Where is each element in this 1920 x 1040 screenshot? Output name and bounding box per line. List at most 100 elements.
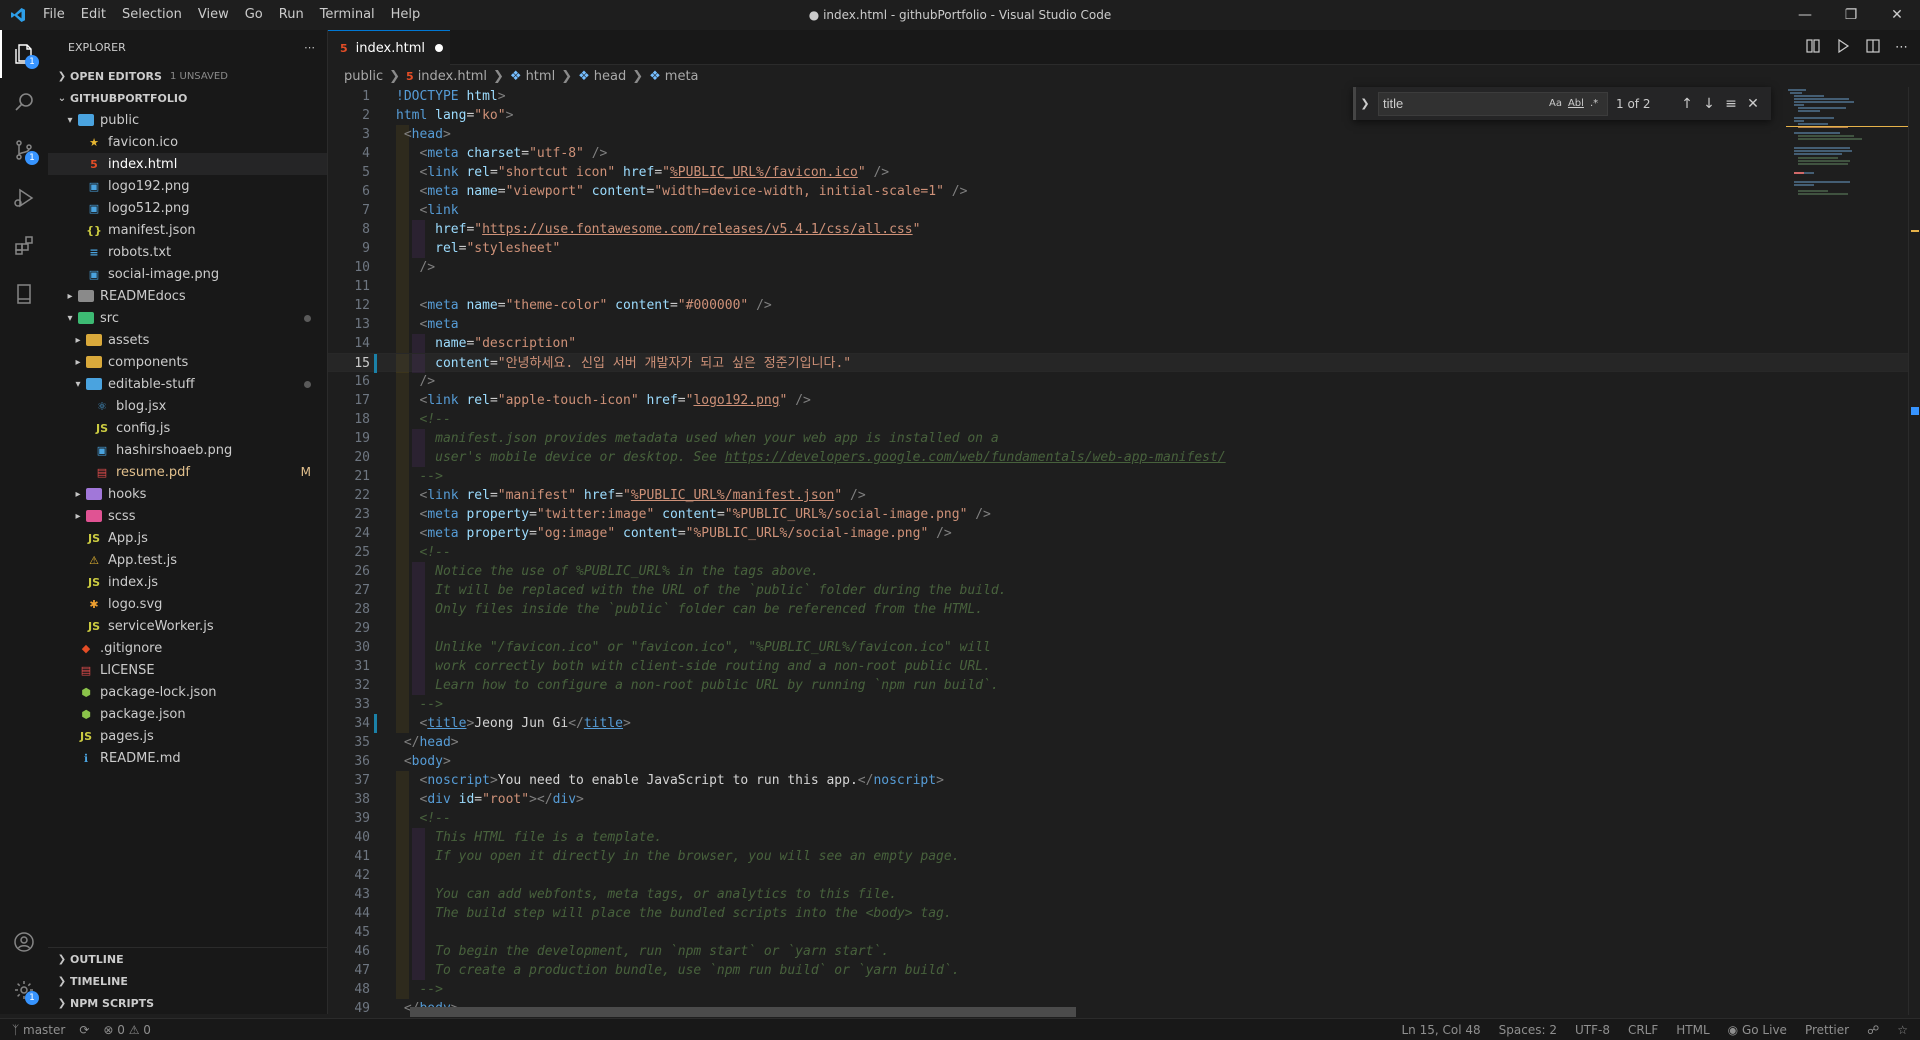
menu-help[interactable]: Help — [383, 0, 429, 30]
tree-item[interactable]: ▸ assets — [48, 329, 327, 351]
tree-item[interactable]: ▸ components — [48, 351, 327, 373]
menu-run[interactable]: Run — [271, 0, 312, 30]
tree-item[interactable]: ◆ .gitignore — [48, 637, 327, 659]
tree-item[interactable]: ⚛ blog.jsx — [48, 395, 327, 417]
tree-item[interactable]: ▾ src — [48, 307, 327, 329]
tree-item[interactable]: ⚠ App.test.js — [48, 549, 327, 571]
go-live-button[interactable]: ◉ Go Live — [1728, 1023, 1787, 1037]
encoding[interactable]: UTF-8 — [1575, 1023, 1610, 1037]
feedback-icon[interactable]: ☍ — [1867, 1023, 1879, 1037]
previous-match-arrow-up-icon[interactable]: ↑ — [1676, 96, 1698, 112]
line-number: 7 — [362, 203, 370, 218]
find-input[interactable] — [1383, 96, 1543, 111]
open-editors-section[interactable]: ❯ OPEN EDITORS 1 UNSAVED — [48, 65, 327, 87]
horizontal-scrollbar[interactable] — [410, 1007, 1076, 1017]
next-match-arrow-down-icon[interactable]: ↓ — [1698, 96, 1720, 112]
breadcrumb-head[interactable]: head — [594, 69, 626, 84]
end-of-line[interactable]: CRLF — [1628, 1023, 1658, 1037]
tree-item[interactable]: 5 index.html — [48, 153, 327, 175]
accounts-icon[interactable] — [0, 918, 48, 966]
compare-changes-icon[interactable] — [1805, 38, 1821, 58]
more-actions-icon[interactable]: ⋯ — [304, 41, 315, 54]
editor-tab-bar: 5 index.html ⋯ — [328, 30, 1920, 65]
tree-item[interactable]: JS index.js — [48, 571, 327, 593]
workspace-root-section[interactable]: ⌄ GITHUBPORTFOLIO — [48, 87, 327, 109]
code-line: 17 <link rel="apple-touch-icon" href="lo… — [328, 391, 1908, 410]
tab-label: index.html — [355, 40, 425, 56]
breadcrumb-meta[interactable]: meta — [665, 69, 699, 84]
outline-section[interactable]: ❯ OUTLINE — [48, 948, 327, 970]
breadcrumb-html[interactable]: html — [526, 69, 556, 84]
breadcrumb-public[interactable]: public — [344, 69, 383, 84]
restore-icon[interactable]: ❐ — [1828, 0, 1874, 30]
tree-item[interactable]: JS pages.js — [48, 725, 327, 747]
unsaved-dot-icon[interactable] — [434, 44, 443, 52]
tree-item[interactable]: ▾ public — [48, 109, 327, 131]
tree-item[interactable]: ℹ README.md — [48, 747, 327, 769]
tree-item[interactable]: ▣ hashirshoaeb.png — [48, 439, 327, 461]
close-find-icon[interactable]: ✕ — [1742, 96, 1764, 112]
tree-item[interactable]: ⬢ package.json — [48, 703, 327, 725]
breadcrumb-index-html[interactable]: index.html — [418, 69, 487, 84]
explorer-icon[interactable]: 1 — [0, 30, 48, 78]
code-editor[interactable]: 1 !DOCTYPE html> 2 html lang="ko"> 3 <head> 4… — [328, 87, 1908, 1015]
code-line: 7 <link — [328, 201, 1908, 220]
tab-index-html[interactable]: 5 index.html — [328, 30, 450, 65]
tree-item-label: hashirshoaeb.png — [116, 442, 233, 458]
branch-status[interactable]: ᛉ master — [12, 1023, 65, 1037]
match-whole-word-icon[interactable]: Abl — [1568, 98, 1584, 109]
tree-item[interactable]: ▣ social-image.png — [48, 263, 327, 285]
prettier-status[interactable]: Prettier — [1805, 1023, 1849, 1037]
menu-terminal[interactable]: Terminal — [312, 0, 383, 30]
minimize-icon[interactable]: — — [1782, 0, 1828, 30]
code-text: <meta name="theme-color" content="#00000… — [419, 298, 772, 313]
notifications-bell-icon[interactable]: ☆ — [1897, 1023, 1908, 1037]
indentation[interactable]: Spaces: 2 — [1499, 1023, 1557, 1037]
tree-item[interactable]: ⬢ package-lock.json — [48, 681, 327, 703]
find-in-selection-icon[interactable]: ≡ — [1720, 96, 1742, 112]
cursor-position[interactable]: Ln 15, Col 48 — [1402, 1023, 1481, 1037]
minimap[interactable] — [1786, 87, 1908, 207]
menu-selection[interactable]: Selection — [114, 0, 190, 30]
run-icon[interactable] — [1835, 38, 1851, 58]
menu-go[interactable]: Go — [237, 0, 271, 30]
window-controls: — ❐ ✕ — [1782, 0, 1920, 30]
menu-view[interactable]: View — [190, 0, 237, 30]
tree-item[interactable]: {} manifest.json — [48, 219, 327, 241]
tree-item[interactable]: ▤ LICENSE — [48, 659, 327, 681]
tree-item[interactable]: ✱ logo.svg — [48, 593, 327, 615]
more-editor-actions-icon[interactable]: ⋯ — [1895, 40, 1908, 55]
tree-item[interactable]: ★ favicon.ico — [48, 131, 327, 153]
remote-explorer-icon[interactable] — [0, 270, 48, 318]
language-mode[interactable]: HTML — [1676, 1023, 1709, 1037]
menu-edit[interactable]: Edit — [73, 0, 114, 30]
regex-icon[interactable]: .* — [1590, 98, 1598, 109]
vertical-scrollbar[interactable] — [1908, 87, 1920, 1015]
match-case-icon[interactable]: Aa — [1549, 98, 1562, 109]
tree-item[interactable]: JS config.js — [48, 417, 327, 439]
extensions-icon[interactable] — [0, 222, 48, 270]
sync-icon[interactable]: ⟳ — [79, 1023, 89, 1037]
toggle-replace-icon[interactable]: ❯ — [1356, 97, 1374, 110]
search-icon[interactable] — [0, 78, 48, 126]
menu-file[interactable]: File — [35, 0, 73, 30]
npm-scripts-section[interactable]: ❯ NPM SCRIPTS — [48, 992, 327, 1014]
tree-item[interactable]: JS App.js — [48, 527, 327, 549]
run-debug-icon[interactable] — [0, 174, 48, 222]
tree-item[interactable]: ▤ resume.pdf M — [48, 461, 327, 483]
tree-item[interactable]: ▸ hooks — [48, 483, 327, 505]
close-window-icon[interactable]: ✕ — [1874, 0, 1920, 30]
code-text: <meta charset="utf-8" /> — [419, 146, 608, 161]
tree-item[interactable]: ▣ logo512.png — [48, 197, 327, 219]
tree-item[interactable]: JS serviceWorker.js — [48, 615, 327, 637]
split-editor-icon[interactable] — [1865, 38, 1881, 58]
tree-item[interactable]: ▸ READMEdocs — [48, 285, 327, 307]
timeline-section[interactable]: ❯ TIMELINE — [48, 970, 327, 992]
problems-status[interactable]: ⊗ 0 ⚠ 0 — [103, 1023, 151, 1037]
tree-item[interactable]: ≡ robots.txt — [48, 241, 327, 263]
settings-gear-icon[interactable]: 1 — [0, 966, 48, 1014]
tree-item[interactable]: ▾ editable-stuff — [48, 373, 327, 395]
tree-item[interactable]: ▸ scss — [48, 505, 327, 527]
source-control-icon[interactable]: 1 — [0, 126, 48, 174]
tree-item[interactable]: ▣ logo192.png — [48, 175, 327, 197]
